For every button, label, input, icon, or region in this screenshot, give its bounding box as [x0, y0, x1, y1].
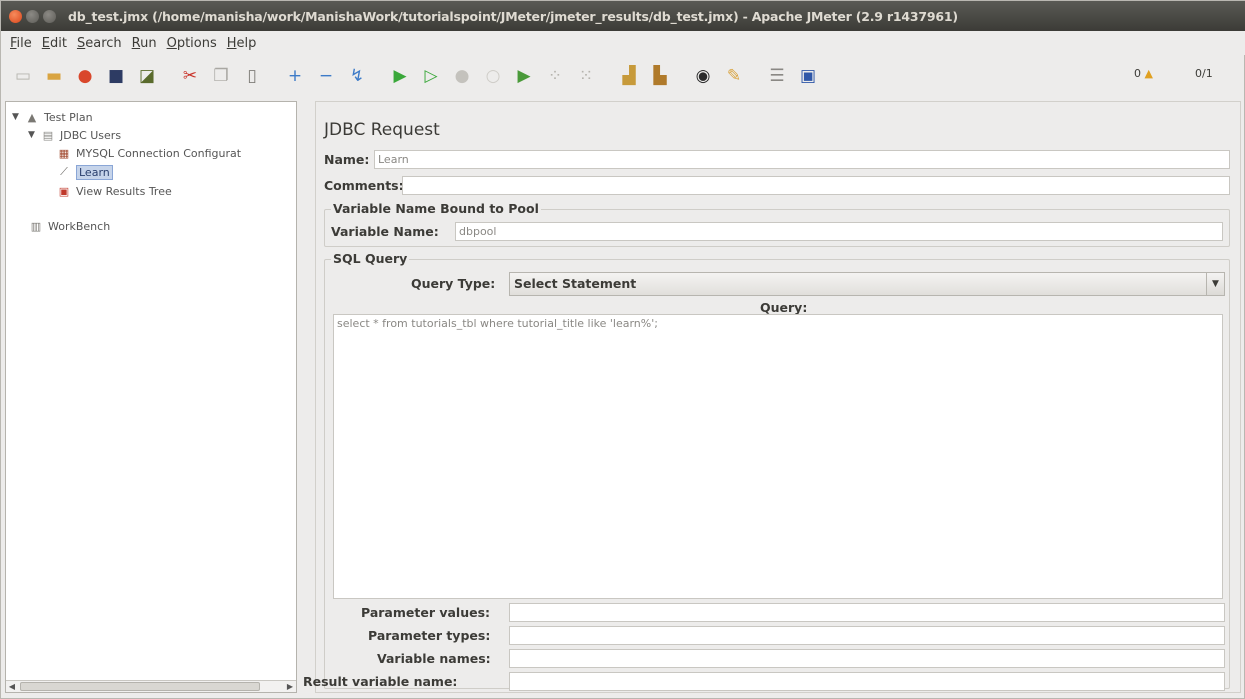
clear-icon[interactable]: ▟: [615, 62, 643, 90]
variable-name-field[interactable]: dbpool: [455, 222, 1223, 241]
menu-edit[interactable]: Edit: [37, 36, 72, 51]
chevron-down-icon[interactable]: ▼: [1206, 273, 1224, 295]
parameter-types-field[interactable]: [509, 626, 1225, 645]
sql-query-group-title: SQL Query: [331, 251, 410, 266]
query-type-value: Select Statement: [514, 276, 637, 291]
shutdown-icon[interactable]: ○: [479, 62, 507, 90]
function-helper-icon[interactable]: ☰: [763, 62, 791, 90]
jmeter-window: db_test.jmx (/home/manisha/work/ManishaW…: [0, 0, 1245, 699]
expand-all-icon[interactable]: +: [281, 62, 309, 90]
start-icon[interactable]: ▶: [386, 62, 414, 90]
tree-node-jdbc-users[interactable]: ▼ ▤ JDBC Users: [28, 126, 121, 144]
name-field[interactable]: Learn: [374, 150, 1230, 169]
tree-horizontal-scrollbar[interactable]: ◀ ▶: [6, 680, 296, 692]
config-element-icon: ▦: [58, 146, 70, 160]
remote-start-all-icon[interactable]: ▶: [510, 62, 538, 90]
stop-icon[interactable]: ●: [448, 62, 476, 90]
maximize-window-button[interactable]: [43, 9, 56, 23]
sql-query-group: SQL Query Query Type: Select Statement ▼…: [303, 251, 1230, 691]
title-bar: db_test.jmx (/home/manisha/work/ManishaW…: [1, 1, 1245, 31]
window-title: db_test.jmx (/home/manisha/work/ManishaW…: [68, 8, 958, 24]
cut-icon[interactable]: ✂: [176, 62, 204, 90]
variable-names-label: Variable names:: [377, 651, 491, 666]
parameter-types-label: Parameter types:: [368, 628, 491, 643]
minimize-window-button[interactable]: [26, 9, 39, 23]
search-icon[interactable]: ◉: [689, 62, 717, 90]
listener-icon: ▣: [58, 184, 70, 198]
scroll-left-icon[interactable]: ◀: [6, 681, 18, 692]
tree-node-test-plan[interactable]: ▼ ▲ Test Plan: [12, 108, 93, 126]
menu-help[interactable]: Help: [222, 36, 262, 51]
collapse-toggle-icon[interactable]: ▼: [28, 130, 40, 140]
toolbar: ▭ ▬ ● ■ ◪ ✂ ❐ ▯ + − ↯ ▶ ▷ ● ○ ▶ ⁘ ⁙ ▟ ▙ …: [1, 55, 1245, 97]
pool-group-title: Variable Name Bound to Pool: [331, 201, 541, 216]
copy-icon[interactable]: ❐: [207, 62, 235, 90]
result-variable-name-field[interactable]: [509, 672, 1225, 691]
menu-options[interactable]: Options: [162, 36, 222, 51]
remote-stop-all-icon[interactable]: ⁘: [541, 62, 569, 90]
query-type-label: Query Type:: [411, 276, 496, 291]
tree-node-mysql-connection[interactable]: ▦ MYSQL Connection Configurat: [56, 144, 241, 162]
variable-name-label: Variable Name:: [331, 224, 439, 239]
test-plan-icon: ▲: [27, 110, 37, 124]
scroll-right-icon[interactable]: ▶: [284, 681, 296, 692]
menu-run[interactable]: Run: [127, 36, 162, 51]
save-icon[interactable]: ■: [102, 62, 130, 90]
parameter-values-field[interactable]: [509, 603, 1225, 622]
parameter-values-label: Parameter values:: [361, 605, 491, 620]
tree-node-workbench[interactable]: ▥ WorkBench: [28, 217, 110, 235]
jdbc-request-panel: JDBC Request Name: Learn Comments: Varia…: [303, 101, 1241, 693]
collapse-all-icon[interactable]: −: [312, 62, 340, 90]
thread-group-icon: ▤: [42, 128, 54, 142]
remote-shutdown-all-icon[interactable]: ⁙: [572, 62, 600, 90]
query-textarea[interactable]: select * from tutorials_tbl where tutori…: [333, 314, 1223, 599]
test-plan-tree[interactable]: ▼ ▲ Test Plan ▼ ▤ JDBC Users ▦ MYSQL Con…: [5, 101, 297, 693]
paste-icon[interactable]: ▯: [238, 62, 266, 90]
variable-names-field[interactable]: [509, 649, 1225, 668]
tree-node-learn[interactable]: ⟋ Learn: [56, 163, 113, 181]
new-icon[interactable]: ▭: [9, 62, 37, 90]
menu-bar: File Edit Search Run Options Help: [1, 31, 1245, 55]
query-type-select[interactable]: Select Statement ▼: [509, 272, 1225, 296]
sampler-icon: ⟋: [60, 165, 68, 178]
templates-icon[interactable]: ▬: [40, 62, 68, 90]
collapse-toggle-icon[interactable]: ▼: [12, 112, 24, 122]
result-variable-name-label: Result variable name:: [303, 674, 458, 689]
page-title: JDBC Request: [324, 120, 440, 140]
reset-search-icon[interactable]: ✎: [720, 62, 748, 90]
error-count: 0 ▲: [1134, 67, 1153, 80]
query-label: Query:: [760, 300, 808, 315]
tree-node-view-results-tree[interactable]: ▣ View Results Tree: [56, 182, 172, 200]
open-icon[interactable]: ●: [71, 62, 99, 90]
help-icon[interactable]: ▣: [794, 62, 822, 90]
save-as-icon[interactable]: ◪: [133, 62, 161, 90]
thread-count: 0/1: [1195, 67, 1213, 80]
menu-search[interactable]: Search: [72, 36, 127, 51]
toggle-icon[interactable]: ↯: [343, 62, 371, 90]
menu-file[interactable]: File: [5, 36, 37, 51]
comments-field[interactable]: [402, 176, 1230, 195]
scroll-thumb[interactable]: [20, 682, 260, 691]
clear-all-icon[interactable]: ▙: [646, 62, 674, 90]
comments-label: Comments:: [324, 178, 404, 193]
name-label: Name:: [324, 152, 370, 167]
pool-group: Variable Name Bound to Pool Variable Nam…: [324, 201, 1230, 247]
workbench-icon: ▥: [30, 219, 42, 233]
close-window-button[interactable]: [9, 9, 22, 23]
start-no-timers-icon[interactable]: ▷: [417, 62, 445, 90]
